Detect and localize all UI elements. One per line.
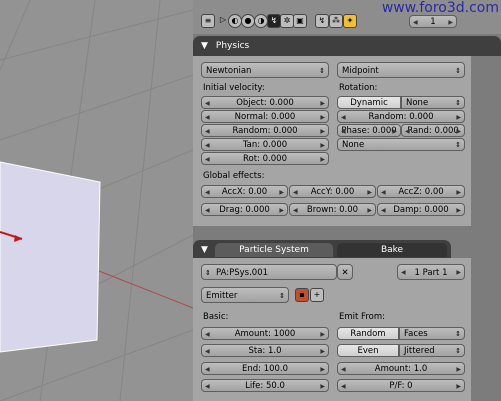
jitter-amount-field[interactable]: ◀ Amount: 1.0 ▶ <box>337 362 465 375</box>
physics-panel-header[interactable]: ▼ Physics <box>193 36 501 56</box>
object-icon[interactable]: ✲ <box>280 14 294 28</box>
particle-icon[interactable]: ⁂ <box>329 14 343 28</box>
accz-field[interactable]: ◀ AccZ: 0.00 ▶ <box>377 185 465 198</box>
jittered-menu[interactable]: Jittered ⇕ <box>399 344 465 357</box>
integration-menu[interactable]: Midpoint ⇕ <box>337 62 465 78</box>
even-toggle[interactable]: Even <box>337 344 399 357</box>
close-icon[interactable]: ✕ <box>337 264 353 280</box>
frame-field[interactable]: ◀ 1 ▶ <box>409 15 457 28</box>
particle-type-menu[interactable]: Emitter ⇕ <box>201 287 289 303</box>
rot-field[interactable]: ◀ Rot: 0.000 ▶ <box>201 152 329 165</box>
rotation-label: Rotation: <box>339 83 378 93</box>
rot-dynamic-button[interactable]: Dynamic <box>337 96 401 109</box>
3d-viewport[interactable] <box>0 0 193 401</box>
tab-bake[interactable]: Bake <box>337 243 447 257</box>
random-toggle[interactable]: Random <box>337 327 399 340</box>
physics-icon[interactable]: ↯ <box>267 14 281 28</box>
scene-icon[interactable]: ▣ <box>293 14 307 28</box>
rot-mode-menu[interactable]: None ⇕ <box>401 96 465 109</box>
amount-field[interactable]: ◀ Amount: 1000 ▶ <box>201 327 329 340</box>
world-icon[interactable]: ◑ <box>254 14 268 28</box>
accy-field[interactable]: ◀ AccY: 0.00 ▶ <box>289 185 376 198</box>
rot-random-field[interactable]: ◀ Random: 0.000 ▶ <box>337 110 465 123</box>
image-icon[interactable]: ▪ <box>295 288 309 302</box>
emitter-plane <box>0 161 101 353</box>
pf-field[interactable]: ◀ P/F: 0 ▶ <box>337 379 465 392</box>
accx-field[interactable]: ◀ AccX: 0.00 ▶ <box>201 185 288 198</box>
object-field[interactable]: ◀ Object: 0.000 ▶ <box>201 96 329 109</box>
sta-field[interactable]: ◀ Sta: 1.0 ▶ <box>201 344 329 357</box>
solver-menu[interactable]: Newtonian ⇕ <box>201 62 329 78</box>
brown-field[interactable]: ◀ Brown: 0.00 ▶ <box>289 203 376 216</box>
psys-name-field[interactable]: ⇕ PA:PSys.001 <box>201 264 337 280</box>
random-field[interactable]: ◀ Random: 0.000 ▶ <box>201 124 329 137</box>
physics-panel: Newtonian ⇕ Midpoint ⇕ Initial velocity: R… <box>193 56 471 226</box>
window-type-icon[interactable]: ≡ <box>201 14 215 28</box>
particle-system-panel: ⇕ PA:PSys.001 ✕ ◀ 1 Part 1 ▶ Emitter ⇕ ▪ + B… <box>193 258 471 401</box>
emit-from-label: Emit From: <box>339 312 385 322</box>
drag-field[interactable]: ◀ Drag: 0.000 ▶ <box>201 203 288 216</box>
global-effects-label: Global effects: <box>203 171 265 181</box>
phase-field[interactable]: ◀ Phase: 0.000 ▶ <box>337 124 401 137</box>
link-icon[interactable]: ↯ <box>315 14 329 28</box>
end-field[interactable]: ◀ End: 100.0 ▶ <box>201 362 329 375</box>
material-icon[interactable]: ● <box>241 14 255 28</box>
angular-menu[interactable]: None ⇕ <box>337 138 465 151</box>
watermark: www.foro3d.com <box>381 0 499 16</box>
initial-velocity-label: Initial velocity: <box>203 83 265 93</box>
tan-field[interactable]: ◀ Tan: 0.000 ▶ <box>201 138 329 151</box>
shading-icon[interactable]: ◐ <box>228 14 242 28</box>
add-icon[interactable]: + <box>310 288 324 302</box>
rand-field[interactable]: ◀ Rand: 0.000 ▶ <box>401 124 465 137</box>
collapse-triangle-icon[interactable]: ▼ <box>201 240 208 260</box>
constraint-icon[interactable]: ✦ <box>343 14 357 28</box>
life-field[interactable]: ◀ Life: 50.0 ▶ <box>201 379 329 392</box>
damp-field[interactable]: ◀ Damp: 0.000 ▶ <box>377 203 465 216</box>
viewport-grid <box>0 0 193 401</box>
tab-particle-system[interactable]: Particle System <box>215 243 333 257</box>
part-counter[interactable]: ◀ 1 Part 1 ▶ <box>397 264 465 280</box>
normal-field[interactable]: ◀ Normal: 0.000 ▶ <box>201 110 329 123</box>
faces-menu[interactable]: Faces ⇕ <box>399 327 465 340</box>
buttons-window: ≡ ▷ ◐ ● ◑ ↯ ✲ ▣ ↯ ⁂ ✦ ◀ 1 ▶ www.foro3d.com… <box>193 0 501 401</box>
basic-label: Basic: <box>203 312 229 322</box>
